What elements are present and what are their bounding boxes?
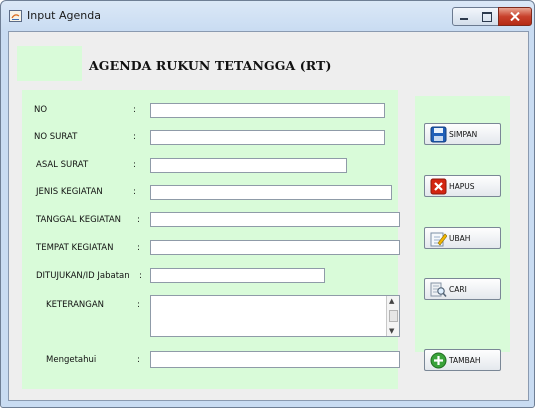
scroll-down-icon[interactable]: ▼ xyxy=(389,327,394,335)
label-tanggal-kegiatan: TANGGAL KEGIATAN xyxy=(36,215,122,225)
no-surat-field[interactable] xyxy=(150,130,385,145)
ubah-button[interactable]: UBAH xyxy=(424,227,501,249)
search-icon xyxy=(430,282,447,298)
mengetahui-field[interactable] xyxy=(150,351,400,368)
tempat-kegiatan-field[interactable] xyxy=(150,240,400,255)
colon: : xyxy=(137,215,140,225)
simpan-label: SIMPAN xyxy=(449,130,478,139)
colon: : xyxy=(137,300,140,310)
ubah-label: UBAH xyxy=(449,234,471,243)
colon: : xyxy=(137,355,140,365)
delete-icon xyxy=(430,178,447,195)
action-panel: SIMPAN HAPUS UBAH CARI TAMBAH xyxy=(415,96,510,371)
colon: : xyxy=(137,243,140,253)
close-icon xyxy=(510,12,520,21)
maximize-button[interactable] xyxy=(476,7,499,26)
label-mengetahui: Mengetahui xyxy=(46,355,97,365)
scroll-up-icon[interactable]: ▲ xyxy=(389,297,394,305)
minimize-icon xyxy=(460,18,468,20)
asal-surat-field[interactable] xyxy=(150,158,347,173)
add-icon xyxy=(430,352,447,369)
hapus-button[interactable]: HAPUS xyxy=(424,175,501,197)
tambah-button[interactable]: TAMBAH xyxy=(424,349,501,371)
minimize-button[interactable] xyxy=(452,7,477,26)
colon: : xyxy=(133,160,136,170)
label-tempat-kegiatan: TEMPAT KEGIATAN xyxy=(36,243,114,253)
title-bar[interactable]: Input Agenda xyxy=(1,1,534,31)
no-field[interactable] xyxy=(150,103,385,118)
close-button[interactable] xyxy=(498,7,532,26)
hapus-label: HAPUS xyxy=(449,182,475,191)
save-icon xyxy=(430,126,447,143)
keterangan-textarea[interactable]: ▲ ▼ xyxy=(150,295,400,337)
maximize-icon xyxy=(482,12,492,22)
colon: : xyxy=(133,187,136,197)
jenis-kegiatan-field[interactable] xyxy=(150,185,392,200)
form-panel: NO : NO SURAT : ASAL SURAT : JENIS KEGIA… xyxy=(22,90,400,389)
label-no: NO xyxy=(34,105,48,115)
colon: : xyxy=(139,271,142,281)
java-app-icon xyxy=(9,10,22,22)
simpan-button[interactable]: SIMPAN xyxy=(424,123,501,145)
colon: : xyxy=(133,105,136,115)
cari-button[interactable]: CARI xyxy=(424,278,501,300)
ditujukan-id-jabatan-field[interactable] xyxy=(150,268,325,283)
colon: : xyxy=(133,132,136,142)
label-ditujukan-id-jabatan: DITUJUKAN/ID Jabatan xyxy=(36,271,130,281)
app-window: Input Agenda AGENDA RUKUN TETANGGA (RT) … xyxy=(0,0,535,408)
edit-icon xyxy=(430,232,447,247)
scroll-thumb[interactable] xyxy=(389,310,398,322)
label-no-surat: NO SURAT xyxy=(34,132,78,142)
label-keterangan: KETERANGAN xyxy=(46,300,105,310)
tambah-label: TAMBAH xyxy=(449,356,481,365)
label-jenis-kegiatan: JENIS KEGIATAN xyxy=(36,187,103,197)
tanggal-kegiatan-field[interactable] xyxy=(150,212,400,227)
header-banner xyxy=(17,46,82,81)
window-title: Input Agenda xyxy=(27,9,101,22)
client-area: AGENDA RUKUN TETANGGA (RT) NO : NO SURAT… xyxy=(8,31,529,401)
cari-label: CARI xyxy=(449,285,467,294)
page-title: AGENDA RUKUN TETANGGA (RT) xyxy=(89,58,332,73)
label-asal-surat: ASAL SURAT xyxy=(36,160,89,170)
keterangan-scrollbar[interactable]: ▲ ▼ xyxy=(386,296,399,336)
